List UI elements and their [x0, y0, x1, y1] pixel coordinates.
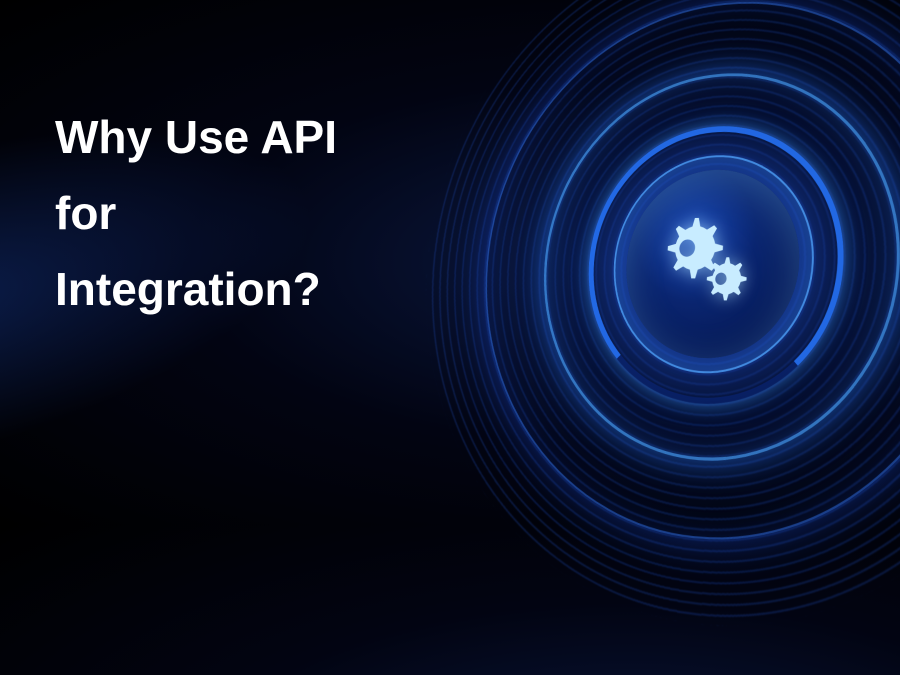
- gears-icon: [657, 205, 763, 321]
- heading-line-1: Why Use API: [55, 100, 337, 176]
- tech-graphic: [432, 0, 900, 620]
- heading-line-3: Integration?: [55, 252, 337, 328]
- page-heading: Why Use API for Integration?: [55, 100, 337, 328]
- heading-line-2: for: [55, 176, 337, 252]
